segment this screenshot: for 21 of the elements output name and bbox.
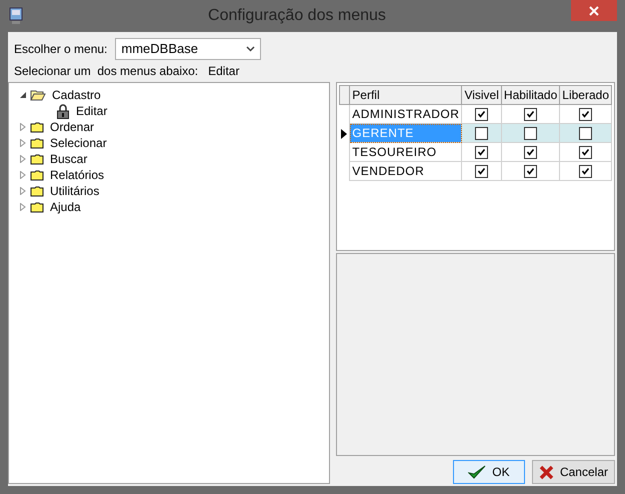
window-title: Configuração dos menus <box>207 6 387 26</box>
tree-item[interactable]: Relatórios <box>50 166 104 184</box>
tree-item[interactable]: Ajuda <box>50 198 81 216</box>
tree-item[interactable]: Cadastro <box>52 86 101 104</box>
tree-item[interactable]: Editar <box>76 102 108 120</box>
menu-dropdown[interactable]: mmeDBBase <box>115 38 262 60</box>
tree-item[interactable]: Utilitários <box>50 182 100 200</box>
menu-select-label: Escolher o menu: <box>14 41 108 58</box>
tree-item[interactable]: Selecionar <box>50 134 107 152</box>
column-header[interactable]: Habilitado <box>501 86 560 104</box>
table-cell[interactable]: TESOUREIRO <box>350 142 462 162</box>
selection-value: Editar <box>208 63 240 80</box>
table-cell[interactable]: VENDEDOR <box>350 162 462 180</box>
column-header[interactable]: Liberado <box>560 86 612 104</box>
ok-button[interactable]: OK <box>452 460 525 484</box>
selection-label: Selecionar um dos menus abaixo: <box>14 63 198 80</box>
cancel-button[interactable]: Cancelar <box>532 460 615 484</box>
tree-item[interactable]: Buscar <box>50 150 88 168</box>
column-header[interactable]: Visivel <box>462 86 502 104</box>
tree-item[interactable]: Ordenar <box>50 118 94 136</box>
column-header[interactable]: Perfil <box>350 86 462 104</box>
